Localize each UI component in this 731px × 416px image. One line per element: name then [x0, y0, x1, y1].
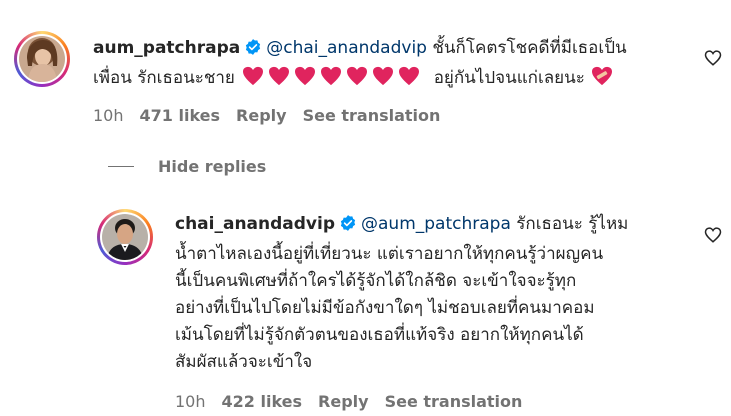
username[interactable]: aum_patchrapa: [93, 38, 240, 58]
mention-link[interactable]: @aum_patchrapa: [361, 214, 511, 234]
comment-text-line: รักเธอนะ รู้ไหม: [516, 214, 629, 234]
verified-badge-icon: [244, 38, 262, 64]
heart-emoji-icons: [242, 66, 429, 88]
comment-time[interactable]: 10h: [93, 106, 124, 125]
comment-text-line: อยู่กันไปจนแก่เลยนะ: [433, 68, 585, 88]
comment-text-line: อย่างที่เป็นไปโดยไม่มีข้อกังขาใดๆ ไม่ชอบ…: [175, 298, 595, 318]
comment-text-line: น้ำตาไหลเองนี้อยู่ที่เที่ยวนะ แต่เราอยาก…: [175, 244, 604, 264]
hide-replies-label: Hide replies: [158, 157, 267, 176]
verified-badge-icon: [339, 214, 357, 240]
profile-photo-woman-icon: [19, 36, 65, 82]
hide-replies-button[interactable]: Hide replies: [108, 157, 266, 176]
profile-photo-man-icon: [102, 214, 148, 260]
heart-emoji-icon: [320, 66, 342, 94]
reply-button[interactable]: Reply: [318, 392, 369, 411]
heart-emoji-icon: [346, 66, 368, 94]
like-comment-button[interactable]: [704, 49, 722, 67]
heart-outline-icon: [704, 50, 722, 66]
divider: [108, 166, 134, 167]
comment-text-line: นี้เป็นคนพิเศษที่ถ้าใครได้รู้จักได้ใกล้ช…: [175, 271, 577, 291]
comment-text-line: เพื่อน รักเธอนะชาย: [93, 68, 235, 88]
mention-link[interactable]: @chai_anandadvip: [266, 38, 427, 58]
heart-emoji-icon: [398, 66, 420, 94]
reply-button[interactable]: Reply: [236, 106, 287, 125]
comment-meta: 10h 422 likes Reply See translation: [175, 392, 538, 411]
heart-emoji-icon: [372, 66, 394, 94]
like-comment-button[interactable]: [704, 226, 722, 244]
comment-time[interactable]: 10h: [175, 392, 206, 411]
username[interactable]: chai_anandadvip: [175, 214, 335, 234]
heart-emoji-icon: [294, 66, 316, 94]
avatar[interactable]: [14, 31, 70, 87]
avatar[interactable]: [97, 209, 153, 265]
comment-text-line: เม้นโดยที่ไม่รู้จักตัวตนของเธอที่แท้จริง…: [175, 325, 584, 345]
heart-emoji-icon: [242, 66, 264, 94]
comment-text-line: สัมผัสแล้วจะเข้าใจ: [175, 352, 313, 372]
heart-outline-icon: [704, 227, 722, 243]
see-translation-link[interactable]: See translation: [303, 106, 441, 125]
mending-heart-emoji-icon: [590, 66, 614, 94]
see-translation-link[interactable]: See translation: [385, 392, 523, 411]
comment-text-line: ชั้นก็โคตรโชคดีที่มีเธอเป็น: [432, 38, 627, 58]
heart-emoji-icon: [268, 66, 290, 94]
comment-meta: 10h 471 likes Reply See translation: [93, 106, 456, 125]
likes-count[interactable]: 471 likes: [140, 106, 221, 125]
likes-count[interactable]: 422 likes: [222, 392, 303, 411]
